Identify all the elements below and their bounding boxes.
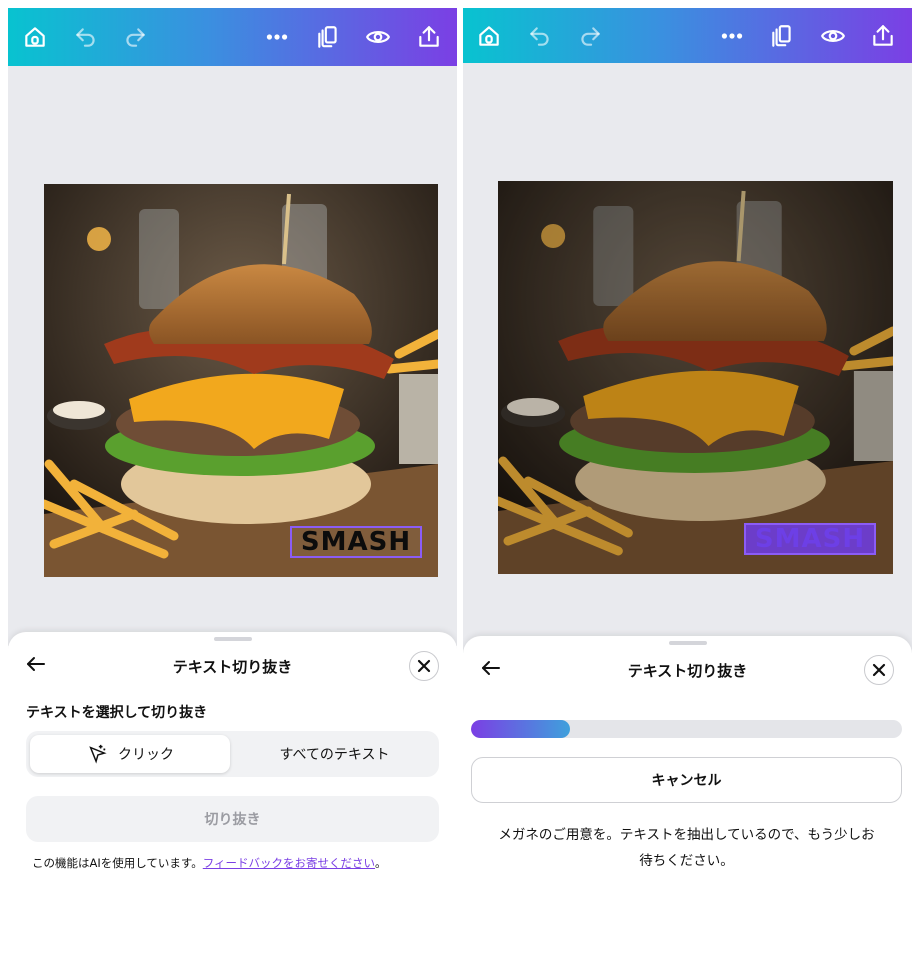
- segment-click-label: クリック: [118, 747, 174, 763]
- burger-photo-dimmed[interactable]: SMASH: [498, 181, 893, 574]
- smash-text-highlight[interactable]: SMASH: [744, 523, 876, 555]
- home-icon[interactable]: [18, 20, 52, 54]
- close-icon: [417, 659, 431, 673]
- pages-icon[interactable]: [765, 19, 799, 53]
- share-icon[interactable]: [412, 20, 446, 54]
- sheet-grabber[interactable]: [668, 641, 707, 645]
- status-line-2: 待ちください。: [639, 853, 734, 869]
- design-canvas[interactable]: SMASH: [8, 66, 457, 646]
- sheet-title: テキスト切り抜き: [627, 662, 748, 680]
- pages-icon[interactable]: [311, 20, 345, 54]
- segment-click[interactable]: クリック: [30, 735, 230, 773]
- extraction-progress-bar: [471, 720, 902, 738]
- design-canvas[interactable]: SMASH: [463, 63, 912, 653]
- more-icon[interactable]: [715, 19, 749, 53]
- editor-panel-right: SMASH テキスト切り抜き キャンセル メガネのご用意を。テキストを抽出してい…: [463, 8, 912, 960]
- progress-fill: [471, 720, 571, 738]
- top-toolbar: [8, 8, 457, 66]
- editor-panel-left: SMASH テキスト切り抜き テキストを選択して切り抜き クリック すべてのテキ…: [8, 8, 457, 960]
- redo-icon[interactable]: [118, 20, 152, 54]
- sheet-header: テキスト切り抜き: [463, 654, 912, 686]
- cancel-button[interactable]: キャンセル: [471, 757, 902, 803]
- magic-cursor-icon: [89, 744, 107, 764]
- sheet-grabber[interactable]: [213, 637, 252, 641]
- burger-photo[interactable]: SMASH: [44, 184, 438, 577]
- ai-note-text: この機能はAIを使用しています。: [32, 856, 203, 870]
- redo-icon[interactable]: [573, 19, 607, 53]
- bottom-sheet: テキスト切り抜き キャンセル メガネのご用意を。テキストを抽出しているので、もう…: [463, 636, 912, 960]
- smash-text-selection[interactable]: SMASH: [290, 526, 422, 558]
- cut-out-button[interactable]: 切り抜き: [26, 796, 439, 842]
- ai-disclaimer: この機能はAIを使用しています。フィードバックをお寄せください。: [32, 855, 387, 871]
- status-line-1: メガネのご用意を。テキストを抽出しているので、もう少しお: [498, 827, 875, 843]
- preview-icon[interactable]: [816, 19, 850, 53]
- more-icon[interactable]: [260, 20, 294, 54]
- selection-mode-segmented-control: クリック すべてのテキスト: [26, 731, 439, 777]
- sheet-title: テキスト切り抜き: [172, 658, 293, 676]
- close-icon: [872, 663, 886, 677]
- close-button[interactable]: [864, 655, 894, 685]
- close-button[interactable]: [409, 651, 439, 681]
- undo-icon[interactable]: [69, 20, 103, 54]
- undo-icon[interactable]: [523, 19, 557, 53]
- home-icon[interactable]: [472, 19, 506, 53]
- ai-note-suffix: 。: [375, 856, 387, 870]
- top-toolbar: [463, 8, 912, 63]
- bottom-sheet: テキスト切り抜き テキストを選択して切り抜き クリック すべてのテキスト 切り抜…: [8, 632, 457, 960]
- section-label: テキストを選択して切り抜き: [26, 705, 208, 721]
- preview-icon[interactable]: [361, 20, 395, 54]
- sheet-header: テキスト切り抜き: [8, 650, 457, 682]
- share-icon[interactable]: [866, 19, 900, 53]
- segment-all-text[interactable]: すべてのテキスト: [234, 735, 435, 773]
- status-message: メガネのご用意を。テキストを抽出しているので、もう少しお 待ちください。: [471, 822, 902, 874]
- feedback-link[interactable]: フィードバックをお寄せください: [203, 856, 375, 870]
